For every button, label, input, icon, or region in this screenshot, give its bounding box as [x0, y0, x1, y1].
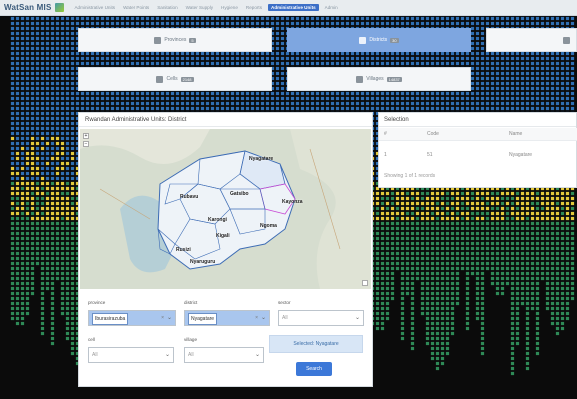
row-num: 1: [384, 152, 387, 158]
selection-title: Selection: [379, 113, 576, 127]
chevron-down-icon: ⌄: [254, 352, 260, 358]
chevron-down-icon: ⌄: [166, 315, 172, 321]
sectors-icon: [563, 36, 570, 44]
map-label-kayonza: Kayonza: [282, 199, 303, 205]
nav-item-2[interactable]: Water Points: [121, 5, 151, 10]
nav-item-5[interactable]: Hygiene: [219, 5, 240, 10]
provinces-label: Provinces: [164, 37, 187, 43]
district-label: district: [184, 300, 198, 305]
districts-tile[interactable]: Districts 30: [287, 28, 471, 52]
cells-icon: [156, 75, 164, 83]
nav-item-6[interactable]: Reports: [244, 5, 264, 10]
province-select[interactable]: Iburasirazuba × ⌄: [88, 310, 176, 326]
district-select[interactable]: Nyagatare × ⌄: [184, 310, 270, 326]
row-name: Nyagatare: [509, 152, 533, 158]
districts-label: Districts: [369, 37, 388, 43]
map-view[interactable]: + − Nyagatare Gatsibo Kayonza Rubavu Ngo…: [80, 129, 371, 289]
col-name-header[interactable]: Name: [509, 131, 522, 137]
cells-badge: 2148: [180, 76, 194, 82]
sectors-tile[interactable]: [486, 28, 577, 52]
zoom-out-button[interactable]: −: [83, 141, 89, 147]
map-label-nyagatare: Nyagatare: [249, 156, 274, 162]
selection-header-row: # Code Name: [379, 128, 577, 141]
districts-badge: 30: [390, 37, 399, 43]
map-panel-title: Rwandan Administrative Units: District: [79, 113, 372, 127]
col-code-header[interactable]: Code: [427, 131, 439, 137]
chevron-down-icon: ⌄: [354, 315, 360, 321]
map-label-kigali: Kigali: [216, 233, 230, 239]
nav-item-4[interactable]: Water Supply: [184, 5, 215, 10]
brand-logo-icon: [55, 3, 65, 12]
map-label-rusizi: Rusizi: [176, 247, 191, 253]
cells-tile[interactable]: Cells 2148: [78, 67, 272, 91]
nav-item-1[interactable]: Administrative Units: [72, 5, 117, 10]
sector-placeholder: All: [282, 315, 288, 321]
districts-icon: [359, 36, 367, 44]
map-label-karongi: Karongi: [208, 217, 227, 223]
sector-select[interactable]: All ⌄: [278, 310, 364, 326]
village-label: village: [184, 337, 198, 342]
provinces-tile[interactable]: Provinces 5: [78, 28, 272, 52]
nav-item-admin[interactable]: Admin: [323, 5, 340, 10]
map-label-nyaruguru: Nyaruguru: [190, 259, 216, 265]
province-clear-icon[interactable]: ×: [161, 311, 164, 325]
cell-select[interactable]: All ⌄: [88, 347, 174, 363]
chevron-down-icon: ⌄: [260, 315, 266, 321]
sector-label: sector: [278, 300, 291, 305]
nav-item-active[interactable]: Administrative Units: [268, 4, 319, 11]
selected-summary: Selected: Nyagatare: [269, 335, 363, 353]
provinces-badge: 5: [189, 37, 196, 43]
search-button[interactable]: Search: [296, 362, 332, 376]
selection-panel: Selection # Code Name 1 51 Nyagatare Sho…: [378, 112, 577, 188]
village-select[interactable]: All ⌄: [184, 347, 264, 363]
selection-footer: Showing 1 of 1 records: [384, 173, 436, 179]
villages-icon: [356, 75, 364, 83]
row-code: 51: [427, 152, 433, 158]
rwanda-map[interactable]: [80, 129, 371, 289]
province-value: Iburasirazuba: [92, 313, 129, 325]
villages-label: Villages: [366, 76, 384, 82]
cell-label: cell: [88, 337, 95, 342]
fullscreen-icon[interactable]: [362, 280, 368, 286]
nav-item-3[interactable]: Sanitation: [155, 5, 179, 10]
app-brand[interactable]: WatSan MIS: [4, 3, 51, 12]
col-num-header[interactable]: #: [384, 131, 387, 137]
cell-placeholder: All: [92, 352, 98, 358]
map-label-rubavu: Rubavu: [180, 194, 199, 200]
table-row[interactable]: 1 51 Nyagatare: [379, 149, 577, 162]
top-navbar: WatSan MIS Administrative Units Water Po…: [0, 0, 577, 16]
villages-tile[interactable]: Villages 14837: [287, 67, 471, 91]
district-value: Nyagatare: [188, 313, 218, 325]
villages-badge: 14837: [386, 76, 402, 82]
map-label-gatsibo: Gatsibo: [230, 191, 249, 197]
chevron-down-icon: ⌄: [164, 352, 170, 358]
province-label: province: [88, 300, 106, 305]
map-label-ngoma: Ngoma: [260, 223, 277, 229]
district-clear-icon[interactable]: ×: [255, 311, 258, 325]
cells-label: Cells: [166, 76, 178, 82]
provinces-icon: [154, 36, 162, 44]
zoom-in-button[interactable]: +: [83, 133, 89, 139]
village-placeholder: All: [188, 352, 194, 358]
